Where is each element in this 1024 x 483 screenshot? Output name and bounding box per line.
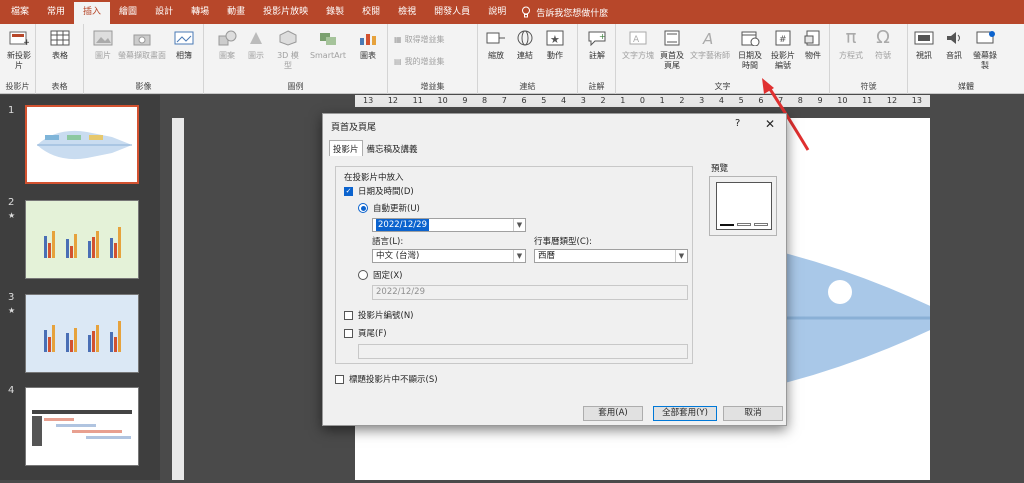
chevron-down-icon: ▼ [513,250,525,262]
fixed-radio[interactable] [358,270,368,280]
dialog-panel: 在投影片中放入 ✓ 日期及時間(D) 自動更新(U) 2022/12/29 ▼ … [329,156,781,396]
footer-label: 頁尾(F) [358,329,387,339]
auto-update-radio[interactable] [358,203,368,213]
calendar-type-select[interactable]: 西曆 ▼ [534,249,688,263]
date-format-select[interactable]: 2022/12/29 ▼ [372,218,526,232]
language-label: 語言(L): [372,237,404,247]
apply-all-button[interactable]: 全部套用(Y) [653,406,717,421]
include-on-slide-group: 在投影片中放入 ✓ 日期及時間(D) 自動更新(U) 2022/12/29 ▼ … [335,166,693,364]
apply-button[interactable]: 套用(A) [583,406,643,421]
preview-box [709,176,777,236]
calendar-type-value: 西曆 [538,251,556,261]
fixed-label: 固定(X) [373,271,403,281]
language-value: 中文 (台灣) [376,251,420,261]
language-select[interactable]: 中文 (台灣) ▼ [372,249,526,263]
date-time-checkbox[interactable]: ✓ [344,186,353,196]
help-button[interactable]: ? [735,118,740,129]
date-time-label: 日期及時間(D) [358,187,414,197]
footer-checkbox[interactable] [344,328,353,338]
footer-checkbox-row[interactable]: 頁尾(F) [344,327,387,339]
preview-footer-placeholder [737,223,751,226]
header-footer-dialog: 頁首及頁尾 ? ✕ 投影片 備忘稿及講義 在投影片中放入 ✓ 日期及時間(D) … [322,113,787,426]
calendar-type-label: 行事曆類型(C): [534,237,592,247]
date-format-value: 2022/12/29 [376,219,429,231]
auto-update-label: 自動更新(U) [373,204,420,214]
chevron-down-icon: ▼ [513,219,525,231]
preview-date-placeholder [720,224,734,226]
dont-show-title-label: 標題投影片中不顯示(S) [349,375,438,385]
footer-input[interactable] [358,344,688,359]
preview-slide [716,182,772,230]
preview-number-placeholder [754,223,768,226]
preview-label: 預覽 [711,164,729,174]
include-on-slide-label: 在投影片中放入 [342,171,406,183]
chevron-down-icon: ▼ [675,250,687,262]
fixed-date-value: 2022/12/29 [376,287,425,297]
dialog-title: 頁首及頁尾 [331,123,377,133]
slide-number-label: 投影片編號(N) [358,311,414,321]
slide-number-checkbox[interactable] [344,310,353,320]
dont-show-title-checkbox[interactable] [335,374,344,384]
auto-update-radio-row[interactable]: 自動更新(U) [358,202,420,214]
close-icon[interactable]: ✕ [765,117,775,131]
cancel-button[interactable]: 取消 [723,406,783,421]
dont-show-title-row[interactable]: 標題投影片中不顯示(S) [335,373,438,385]
date-time-checkbox-row[interactable]: ✓ 日期及時間(D) [344,185,414,197]
fixed-date-input[interactable]: 2022/12/29 [372,285,688,300]
fixed-radio-row[interactable]: 固定(X) [358,269,402,281]
slide-number-checkbox-row[interactable]: 投影片編號(N) [344,309,414,321]
